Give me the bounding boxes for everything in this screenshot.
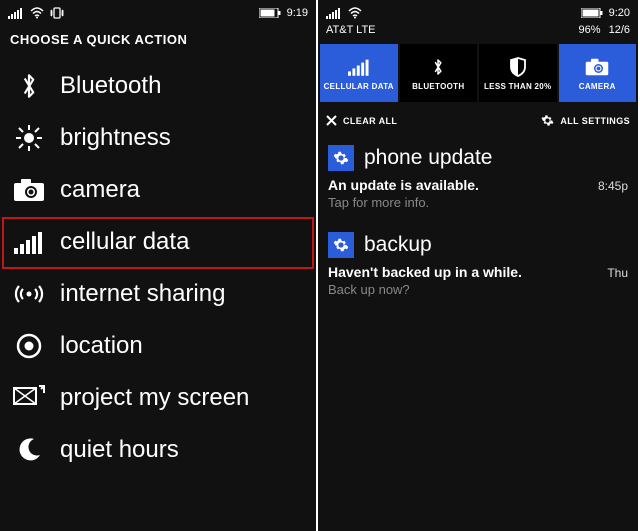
tile-label: CELLULAR DATA bbox=[322, 82, 396, 91]
tile-bluetooth[interactable]: BLUETOOTH bbox=[400, 44, 478, 102]
quick-action-label: brightness bbox=[60, 126, 171, 150]
cellular-icon bbox=[348, 56, 370, 78]
status-bar: 9:20 bbox=[318, 0, 638, 24]
battery-icon bbox=[581, 8, 603, 18]
quick-action-location[interactable]: location bbox=[2, 321, 316, 373]
battery-icon bbox=[259, 8, 281, 18]
settings-app-icon bbox=[328, 232, 354, 258]
location-icon bbox=[12, 329, 46, 363]
signal-icon bbox=[8, 7, 24, 19]
vibrate-icon bbox=[50, 7, 64, 19]
action-row: CLEAR ALL ALL SETTINGS bbox=[318, 104, 638, 137]
clear-all-label: CLEAR ALL bbox=[343, 116, 397, 126]
moon-icon bbox=[12, 433, 46, 467]
notification-app-name: backup bbox=[364, 233, 432, 257]
quick-action-label: Bluetooth bbox=[60, 74, 161, 98]
wifi-icon bbox=[30, 7, 44, 19]
tile-camera[interactable]: CAMERA bbox=[559, 44, 637, 102]
quick-action-camera[interactable]: camera bbox=[2, 165, 316, 217]
action-center-screen: 9:20 AT&T LTE 96% 12/6 CELLULAR DATA BLU… bbox=[318, 0, 638, 531]
quick-action-tiles: CELLULAR DATA BLUETOOTH LESS THAN 20% CA… bbox=[318, 42, 638, 104]
bluetooth-icon bbox=[12, 69, 46, 103]
quick-action-label: location bbox=[60, 334, 143, 358]
carrier-label: AT&T LTE bbox=[326, 24, 376, 36]
notification-subtitle: Tap for more info. bbox=[328, 195, 628, 210]
signal-icon bbox=[326, 7, 342, 19]
camera-icon bbox=[12, 173, 46, 207]
close-icon bbox=[326, 115, 337, 126]
quick-action-quiet-hours[interactable]: quiet hours bbox=[2, 425, 316, 477]
all-settings-label: ALL SETTINGS bbox=[560, 116, 630, 126]
quick-action-label: cellular data bbox=[60, 230, 189, 254]
tile-cellular-data[interactable]: CELLULAR DATA bbox=[320, 44, 398, 102]
settings-app-icon bbox=[328, 145, 354, 171]
quick-action-list: Bluetooth brightness camera cellular dat… bbox=[0, 61, 316, 477]
notification-title: Haven't backed up in a while. bbox=[328, 264, 522, 280]
notification-time: Thu bbox=[607, 266, 628, 280]
notification-time: 8:45p bbox=[598, 179, 628, 193]
status-time: 9:20 bbox=[609, 7, 630, 19]
notification-app-name: phone update bbox=[364, 146, 492, 170]
page-title: CHOOSE A QUICK ACTION bbox=[0, 24, 316, 61]
quick-action-label: quiet hours bbox=[60, 438, 179, 462]
brightness-icon bbox=[12, 121, 46, 155]
notification-phone-update[interactable]: phone update An update is available. 8:4… bbox=[318, 137, 638, 224]
project-screen-icon bbox=[12, 381, 46, 415]
notification-subtitle: Back up now? bbox=[328, 282, 628, 297]
status-date: 12/6 bbox=[609, 24, 630, 36]
notification-title: An update is available. bbox=[328, 177, 479, 193]
quick-action-bluetooth[interactable]: Bluetooth bbox=[2, 61, 316, 113]
quick-action-internet-sharing[interactable]: internet sharing bbox=[2, 269, 316, 321]
quick-action-label: project my screen bbox=[60, 386, 249, 410]
quick-action-chooser-screen: 9:19 CHOOSE A QUICK ACTION Bluetooth bri… bbox=[0, 0, 318, 531]
internet-sharing-icon bbox=[12, 277, 46, 311]
bluetooth-icon bbox=[431, 56, 445, 78]
battery-percent: 96% bbox=[579, 24, 601, 36]
status-bar: 9:19 bbox=[0, 0, 316, 24]
quick-action-cellular-data[interactable]: cellular data bbox=[2, 217, 314, 269]
notification-backup[interactable]: backup Haven't backed up in a while. Thu… bbox=[318, 224, 638, 311]
tile-label: BLUETOOTH bbox=[410, 82, 466, 91]
wifi-icon bbox=[348, 7, 362, 19]
camera-icon bbox=[585, 56, 609, 78]
quick-action-label: camera bbox=[60, 178, 140, 202]
clear-all-button[interactable]: CLEAR ALL bbox=[326, 115, 397, 126]
quick-action-brightness[interactable]: brightness bbox=[2, 113, 316, 165]
shield-icon bbox=[509, 56, 527, 78]
status-time: 9:19 bbox=[287, 7, 308, 19]
cellular-icon bbox=[12, 225, 46, 259]
all-settings-button[interactable]: ALL SETTINGS bbox=[541, 114, 630, 127]
quick-action-project-screen[interactable]: project my screen bbox=[2, 373, 316, 425]
tile-label: LESS THAN 20% bbox=[482, 82, 553, 91]
tile-label: CAMERA bbox=[577, 82, 618, 91]
tile-battery-saver[interactable]: LESS THAN 20% bbox=[479, 44, 557, 102]
quick-action-label: internet sharing bbox=[60, 282, 225, 306]
gear-icon bbox=[541, 114, 554, 127]
status-bar-detail: AT&T LTE 96% 12/6 bbox=[318, 24, 638, 42]
